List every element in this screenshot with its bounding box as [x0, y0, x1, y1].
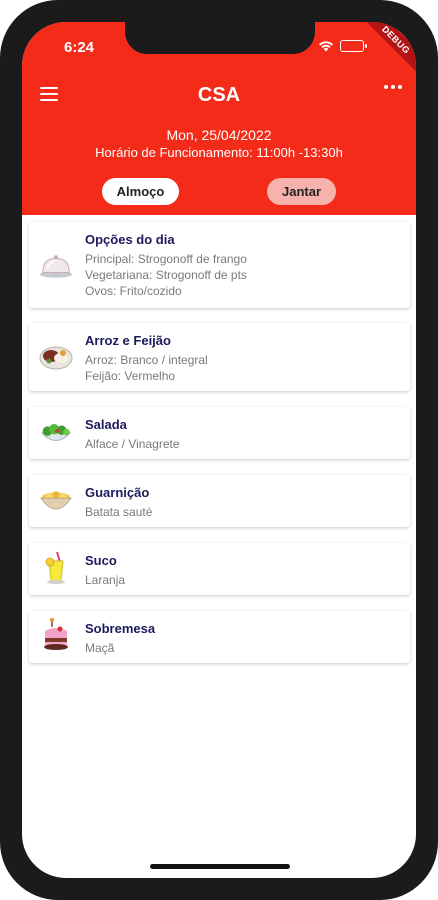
juice-icon: [39, 550, 73, 584]
rice-beans-icon: [39, 340, 73, 374]
menu-card-line: Feijão: Vermelho: [85, 369, 176, 383]
tab-jantar[interactable]: Jantar: [267, 178, 336, 205]
menu-card-sobremesa[interactable]: Sobremesa Maçã: [29, 611, 410, 663]
menu-card-suco[interactable]: Suco Laranja: [29, 543, 410, 595]
menu-card-line: Ovos: Frito/cozido: [85, 284, 182, 298]
menu-card-line: Batata sauté: [85, 505, 153, 519]
menu-card-title: Suco: [85, 553, 117, 568]
tab-almoco[interactable]: Almoço: [102, 178, 179, 205]
menu-card-line: Principal: Strogonoff de frango: [85, 252, 247, 266]
menu-card-title: Sobremesa: [85, 621, 156, 636]
screen: 6:24 DEBUG CSA Mon, 25/04/2022 Horário d…: [22, 22, 416, 878]
menu-card-arroz-e-feijao[interactable]: Arroz e Feijão Arroz: Branco / integral …: [29, 323, 410, 391]
wifi-icon: [318, 40, 334, 52]
home-indicator[interactable]: [150, 864, 290, 869]
menu-card-line: Maçã: [85, 641, 115, 655]
menu-card-line: Vegetariana: Strogonoff de pts: [85, 268, 247, 282]
date-text: Mon, 25/04/2022: [166, 127, 272, 143]
menu-card-title: Guarnição: [85, 485, 150, 500]
app-title: CSA: [197, 84, 241, 106]
status-icons: [318, 40, 367, 52]
menu-card-salada[interactable]: Salada Alface / Vinagrete: [29, 407, 410, 459]
menu-card-title: Opções do dia: [85, 232, 175, 247]
menu-card-line: Alface / Vinagrete: [85, 437, 180, 451]
cake-icon: [39, 618, 73, 652]
status-time: 6:24: [64, 39, 95, 56]
cloche-icon: [39, 248, 73, 282]
side-dish-bowl-icon: [39, 484, 73, 518]
menu-card-guarnicao[interactable]: Guarnição Batata sauté: [29, 475, 410, 527]
menu-card-line: Arroz: Branco / integral: [85, 353, 208, 367]
more-options-icon[interactable]: [384, 85, 402, 89]
debug-banner: DEBUG: [356, 22, 416, 80]
battery-icon: [340, 40, 367, 52]
menu-card-line: Laranja: [85, 573, 126, 587]
menu-card-opcoes-do-dia[interactable]: Opções do dia Principal: Strogonoff de f…: [29, 222, 410, 308]
salad-icon: [39, 416, 73, 450]
phone-notch: [125, 22, 315, 54]
menu-card-title: Arroz e Feijão: [85, 333, 171, 348]
menu-card-title: Salada: [85, 417, 127, 432]
opening-hours-text: Horário de Funcionamento: 11:00h -13:30h: [95, 145, 343, 160]
